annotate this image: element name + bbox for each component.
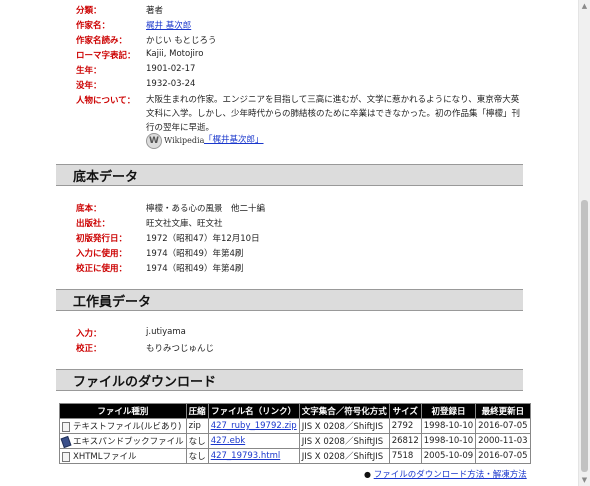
field-label: 作家名読み： [76, 36, 128, 46]
compress-cell: zip [185, 418, 209, 434]
compress-cell: なし [185, 433, 209, 449]
field-label: 分類： [76, 6, 102, 16]
file-type: XHTMLファイル [73, 452, 137, 462]
field-value: 旺文社文庫、旺文社 [146, 219, 223, 229]
registered-cell: 2005-10-09 [420, 448, 477, 464]
compress-cell: なし [185, 448, 209, 464]
page: 分類： 著者 作家名： 梶井 基次郎 作家名読み： かじい もとじろう ローマ字… [0, 0, 578, 486]
ebook-icon [60, 435, 72, 448]
updated-cell: 2016-07-05 [475, 448, 531, 464]
scrollbar-thumb[interactable] [581, 200, 588, 472]
column-header: 圧縮 [185, 403, 209, 419]
field-value: 著者 [146, 6, 164, 16]
column-header: ファイル名（リンク） [207, 403, 300, 419]
encoding-cell: JIS X 0208／ShiftJIS [298, 433, 390, 449]
section-title: 工作員データ [73, 295, 152, 310]
scroll-down-arrow-icon[interactable]: ▼ [579, 474, 590, 486]
field-value: 1974（昭和49）年第4刷 [146, 264, 244, 274]
author-bio: 大阪生まれの作家。エンジニアを目指して三高に進むが、文学に惹かれるようになり、東… [146, 95, 521, 133]
size-cell: 26812 [388, 433, 422, 449]
file-download-link[interactable]: 427_ruby_19792.zip [211, 421, 297, 431]
file-download-link[interactable]: 427.ebk [211, 436, 245, 446]
updated-cell: 2016-07-05 [475, 418, 531, 434]
table-row: テキストファイル(ルビあり) zip 427_ruby_19792.zip JI… [59, 418, 531, 434]
file-name-cell: 427_ruby_19792.zip [207, 418, 300, 434]
encoding-cell: JIS X 0208／ShiftJIS [298, 418, 390, 434]
column-header: ファイル種別 [59, 403, 187, 419]
column-header: 初登録日 [420, 403, 477, 419]
field-label: 没年： [76, 81, 102, 91]
field-value: Kajii, Motojiro [146, 49, 204, 59]
field-label: ローマ字表記： [76, 51, 136, 61]
field-value: 1901-02-17 [146, 64, 196, 74]
wikipedia-globe-icon: W [146, 133, 162, 149]
column-header: 文字集合／符号化方式 [298, 403, 390, 419]
file-download-link[interactable]: 427_19793.html [211, 451, 281, 461]
field-value: 1932-03-24 [146, 79, 196, 89]
bullet-icon: ● [364, 470, 371, 479]
field-label: 校正： [76, 344, 102, 354]
size-cell: 2792 [388, 418, 422, 434]
file-type-cell: テキストファイル(ルビあり) [59, 418, 187, 434]
wikipedia-link[interactable]: 「梶井基次郎」 [204, 133, 264, 145]
column-header: サイズ [388, 403, 422, 419]
size-cell: 7518 [388, 448, 422, 464]
field-label: 作家名： [76, 21, 111, 31]
encoding-cell: JIS X 0208／ShiftJIS [298, 448, 390, 464]
field-label: 生年： [76, 66, 102, 76]
table-row: XHTMLファイル なし 427_19793.html JIS X 0208／S… [59, 448, 531, 464]
download-howto-link[interactable]: ファイルのダウンロード方法・解凍方法 [374, 470, 527, 480]
file-type: テキストファイル(ルビあり) [73, 422, 182, 432]
field-label: 初版発行日： [76, 234, 128, 244]
section-title: 底本データ [73, 170, 139, 185]
registered-cell: 1998-10-10 [420, 418, 477, 434]
field-label: 入力： [76, 329, 102, 339]
vertical-scrollbar[interactable]: ▲ ▼ [578, 0, 590, 486]
field-value: もりみつじゅんじ [146, 344, 215, 354]
download-howto: ● ファイルのダウンロード方法・解凍方法 [364, 468, 527, 480]
download-section-header: ファイルのダウンロード [56, 369, 523, 391]
field-label: 出版社： [76, 219, 111, 229]
updated-cell: 2000-11-03 [475, 433, 531, 449]
field-value: 檸檬・ある心の風景 他二十編 [146, 204, 266, 214]
text-file-icon [62, 421, 70, 432]
field-label: 入力に使用： [76, 249, 128, 259]
scroll-up-arrow-icon[interactable]: ▲ [579, 0, 590, 12]
field-value: 1974（昭和49）年第4刷 [146, 249, 244, 259]
file-type-cell: XHTMLファイル [59, 448, 187, 464]
table-header-row: ファイル種別 圧縮 ファイル名（リンク） 文字集合／符号化方式 サイズ 初登録日… [59, 403, 531, 419]
file-type-cell: エキスパンドブックファイル [59, 433, 187, 449]
section-title: ファイルのダウンロード [73, 375, 217, 390]
field-label: 人物について： [76, 96, 136, 106]
table-row: エキスパンドブックファイル なし 427.ebk JIS X 0208／Shif… [59, 433, 531, 449]
author-name-link[interactable]: 梶井 基次郎 [146, 19, 191, 31]
file-type: エキスパンドブックファイル [73, 437, 184, 447]
registered-cell: 1998-10-10 [420, 433, 477, 449]
wikipedia-logo-text: Wikipedia [164, 136, 205, 145]
field-value: 1972（昭和47）年12月10日 [146, 234, 260, 244]
html-file-icon [62, 451, 70, 462]
field-value: j.utiyama [146, 327, 186, 337]
file-name-cell: 427.ebk [207, 433, 300, 449]
field-value: かじい もとじろう [146, 36, 217, 46]
file-name-cell: 427_19793.html [207, 448, 300, 464]
staff-section-header: 工作員データ [56, 289, 523, 311]
column-header: 最終更新日 [475, 403, 531, 419]
download-table: ファイル種別 圧縮 ファイル名（リンク） 文字集合／符号化方式 サイズ 初登録日… [59, 403, 531, 464]
field-label: 校正に使用： [76, 264, 128, 274]
field-label: 底本： [76, 204, 102, 214]
source-section-header: 底本データ [56, 164, 523, 186]
